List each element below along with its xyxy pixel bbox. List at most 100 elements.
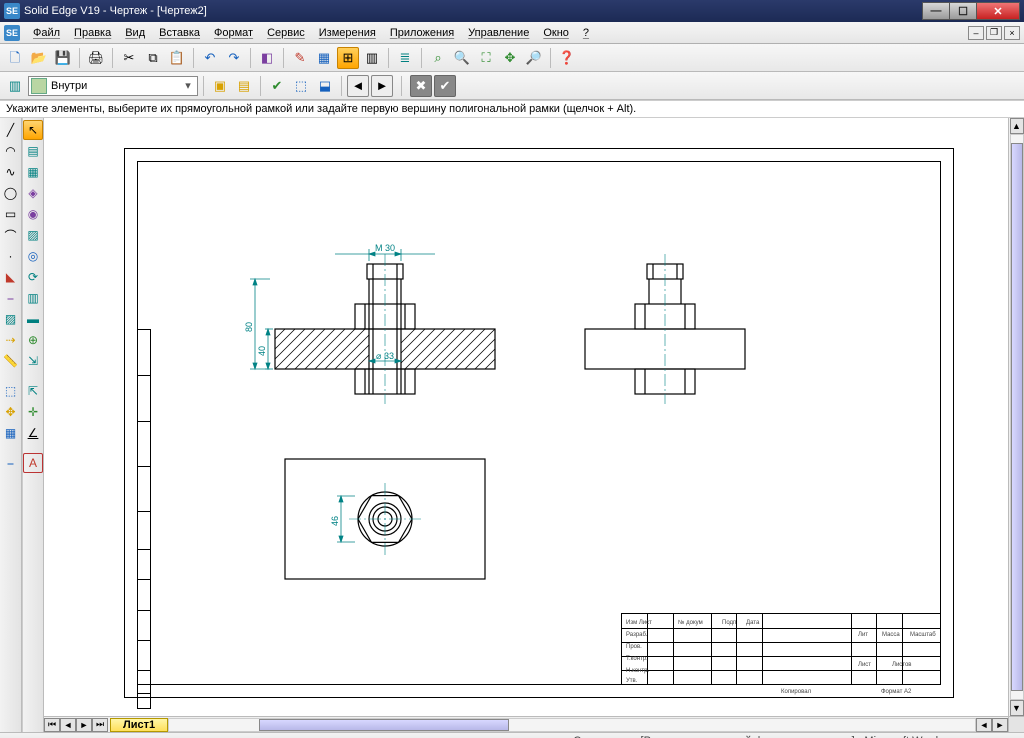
nav-next-button[interactable]: ►	[371, 75, 393, 97]
dimension-tool[interactable]: 📏	[1, 351, 21, 371]
zoom-tool-button[interactable]: 🔎	[523, 47, 545, 69]
accept-button[interactable]: ✔	[266, 75, 288, 97]
nav-prev-button[interactable]: ◄	[347, 75, 369, 97]
chamfer-tool[interactable]: ◣	[1, 267, 21, 287]
vertical-scrollbar[interactable]: ▲ ▼	[1008, 118, 1024, 716]
save-button[interactable]: 💾	[52, 47, 74, 69]
cancel-button[interactable]: ✖	[410, 75, 432, 97]
window-close-button[interactable]: ✕	[976, 2, 1020, 20]
menu-view[interactable]: Вид	[118, 25, 152, 41]
sheet-last-button[interactable]: ⏭	[92, 718, 108, 732]
selection-mode-input[interactable]	[51, 80, 181, 92]
mdi-minimize-button[interactable]: –	[968, 26, 984, 40]
undo-button[interactable]: ↶	[199, 47, 221, 69]
broken-view-tool[interactable]: ◎	[23, 246, 43, 266]
scroll-left-button[interactable]: ◄	[976, 718, 992, 732]
scroll-right-button[interactable]: ►	[992, 718, 1008, 732]
zoom-button[interactable]: 🔍	[451, 47, 473, 69]
cutting-plane-tool[interactable]: ▬	[23, 309, 43, 329]
fill-tool[interactable]: ▨	[1, 309, 21, 329]
curve-tool[interactable]: ∿	[1, 162, 21, 182]
copy-button[interactable]: ⧉	[142, 47, 164, 69]
select-tool-b[interactable]: ▤	[233, 75, 255, 97]
sketch-button[interactable]: ✎	[289, 47, 311, 69]
menu-manage[interactable]: Управление	[461, 25, 536, 41]
sheet-prev-button[interactable]: ◄	[60, 718, 76, 732]
select-options-button[interactable]: ▥	[4, 75, 26, 97]
scroll-down-button[interactable]: ▼	[1010, 700, 1024, 716]
sheet-first-button[interactable]: ⏮	[44, 718, 60, 732]
retrieve-dim-tool[interactable]: ⇲	[23, 351, 43, 371]
redo-button[interactable]: ↷	[223, 47, 245, 69]
combo-dropdown-icon[interactable]: ▾	[181, 79, 195, 92]
open-button[interactable]: 📂	[28, 47, 50, 69]
move-tool[interactable]: ✥	[1, 402, 21, 422]
center-mark-tool[interactable]: ✛	[23, 402, 43, 422]
section-view-tool[interactable]: ▨	[23, 225, 43, 245]
smartdim-tool[interactable]: ⇱	[23, 381, 43, 401]
mdi-close-button[interactable]: ×	[1004, 26, 1020, 40]
vscroll-thumb[interactable]	[1011, 143, 1023, 691]
principal-view-tool[interactable]: ▦	[23, 162, 43, 182]
menu-file[interactable]: Файл	[26, 25, 67, 41]
zoom-area-button[interactable]: ⌕	[427, 47, 449, 69]
menu-applications[interactable]: Приложения	[383, 25, 461, 41]
view-wizard-tool[interactable]: ▤	[23, 141, 43, 161]
hscroll-thumb[interactable]	[259, 719, 509, 731]
constraints-tool[interactable]: ⎯	[1, 453, 21, 473]
menu-measure[interactable]: Измерения	[312, 25, 383, 41]
grid-snap-button[interactable]: ⊞	[337, 47, 359, 69]
window-minimize-button[interactable]: —	[922, 2, 950, 20]
grid-button[interactable]: ▦	[313, 47, 335, 69]
print-button[interactable]: 🖨	[85, 47, 107, 69]
menu-format[interactable]: Формат	[207, 25, 260, 41]
offset-tool[interactable]: ⇢	[1, 330, 21, 350]
help-button[interactable]: ❓	[556, 47, 578, 69]
mdi-restore-button[interactable]: ❐	[986, 26, 1002, 40]
app-menu-icon[interactable]: SE	[4, 25, 20, 41]
rectangle-tool[interactable]: ▭	[1, 204, 21, 224]
window-titlebar: SE Solid Edge V19 - Чертеж - [Чертеж2] —…	[0, 0, 1024, 22]
drawing-canvas[interactable]: Изм Лист № докум Подп Дата Разраб. Пров.…	[44, 118, 1024, 732]
text-tool[interactable]: A	[23, 453, 43, 473]
detail-view-tool[interactable]: ◉	[23, 204, 43, 224]
part-view-tool[interactable]: ⬚	[1, 381, 21, 401]
confirm-button[interactable]: ✔	[434, 75, 456, 97]
trim-tool[interactable]: ⎯	[1, 288, 21, 308]
point-tool[interactable]: ·	[1, 246, 21, 266]
layers-button[interactable]: ≣	[394, 47, 416, 69]
menu-service[interactable]: Сервис	[260, 25, 312, 41]
select-tool[interactable]: ↖	[23, 120, 43, 140]
fit-button[interactable]: ⛶	[475, 47, 497, 69]
arc-tool[interactable]: ◠	[1, 141, 21, 161]
drawing-sheet: Изм Лист № докум Подп Дата Разраб. Пров.…	[124, 148, 954, 698]
alignment-button[interactable]: ▥	[361, 47, 383, 69]
bottom-selection-button[interactable]: ⬓	[314, 75, 336, 97]
select-tool-a[interactable]: ▣	[209, 75, 231, 97]
menu-help[interactable]: ?	[576, 25, 596, 41]
sheet-next-button[interactable]: ►	[76, 718, 92, 732]
block-tool[interactable]: ▦	[1, 423, 21, 443]
line-tool[interactable]: ╱	[1, 120, 21, 140]
horizontal-scrollbar[interactable]: ⏮ ◄ ► ⏭ Лист1 ◄ ►	[44, 716, 1008, 732]
pan-button[interactable]: ✥	[499, 47, 521, 69]
parts-list-tool[interactable]: ⊕	[23, 330, 43, 350]
scroll-up-button[interactable]: ▲	[1010, 118, 1024, 134]
update-view-tool[interactable]: ⟳	[23, 267, 43, 287]
drawing-view-tool[interactable]: ▥	[23, 288, 43, 308]
balloon-tool[interactable]: ∠	[23, 423, 43, 443]
new-button[interactable]: 🗋	[4, 47, 26, 69]
auxiliary-view-tool[interactable]: ◈	[23, 183, 43, 203]
menu-insert[interactable]: Вставка	[152, 25, 207, 41]
update-views-button[interactable]: ◧	[256, 47, 278, 69]
fillet-tool[interactable]: ⌒	[1, 225, 21, 245]
menu-edit[interactable]: Правка	[67, 25, 118, 41]
circle-tool[interactable]: ◯	[1, 183, 21, 203]
cut-button[interactable]: ✂	[118, 47, 140, 69]
menu-window[interactable]: Окно	[536, 25, 576, 41]
paste-button[interactable]: 📋	[166, 47, 188, 69]
top-selection-button[interactable]: ⬚	[290, 75, 312, 97]
sheet-tab[interactable]: Лист1	[110, 718, 168, 732]
window-maximize-button[interactable]: ☐	[949, 2, 977, 20]
selection-mode-combo[interactable]: ▾	[28, 76, 198, 96]
